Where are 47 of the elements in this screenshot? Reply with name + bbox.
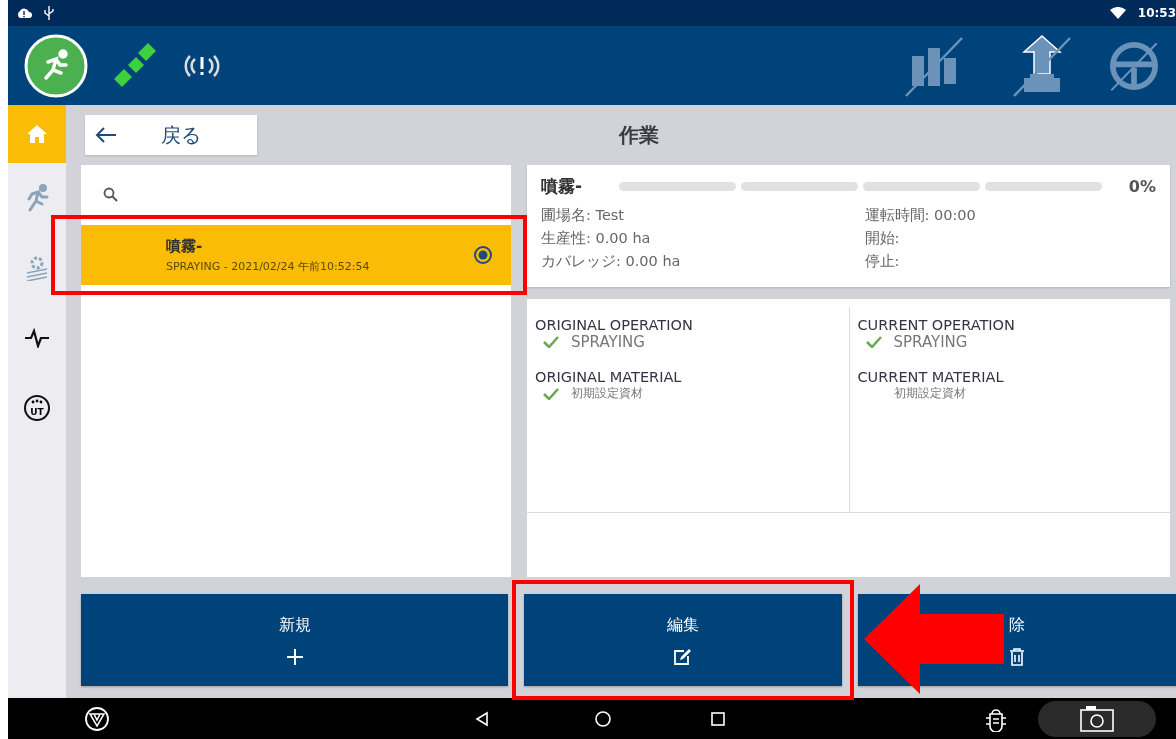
new-button[interactable]: 新規 xyxy=(81,594,508,686)
recents-icon[interactable] xyxy=(711,711,725,726)
list-item[interactable]: 噴霧- SPRAYING - 2021/02/24 午前10:52:54 xyxy=(81,225,511,285)
pulse-icon xyxy=(24,328,50,348)
home-nav-icon[interactable] xyxy=(594,709,612,728)
section-heading: CURRENT MATERIAL xyxy=(857,369,1005,385)
trimble-icon[interactable] xyxy=(84,705,110,732)
wifi-icon xyxy=(1109,7,1126,19)
usb-icon xyxy=(44,6,54,20)
section-heading: CURRENT OPERATION xyxy=(857,317,1016,333)
summary-field: カバレッジ: 0.00 ha xyxy=(541,250,849,273)
radio-button[interactable] xyxy=(473,245,493,265)
trash-icon xyxy=(1009,647,1025,666)
runner-status-icon[interactable] xyxy=(24,33,88,98)
cloud-alert-icon xyxy=(16,7,32,19)
clock-time: 10:53 xyxy=(1137,6,1176,20)
section-heading: ORIGINAL OPERATION xyxy=(535,317,694,333)
section-value: SPRAYING xyxy=(571,333,645,351)
back-button[interactable]: 戻る xyxy=(85,115,257,155)
check-icon xyxy=(543,336,559,348)
page-title: 作業 xyxy=(617,121,660,149)
check-icon xyxy=(865,336,882,348)
operation-name: 噴霧- xyxy=(541,175,584,198)
section-heading: ORIGINAL MATERIAL xyxy=(535,369,683,385)
summary-field: 開始: xyxy=(864,227,1156,250)
back-icon[interactable] xyxy=(474,710,490,727)
section-value: SPRAYING xyxy=(893,333,968,351)
back-arrow-icon xyxy=(95,126,117,144)
summary-field: 生産性: 0.00 ha xyxy=(541,227,849,250)
plus-icon xyxy=(285,647,304,666)
summary-field: 運転時間: 00:00 xyxy=(864,204,1156,227)
camera-icon[interactable] xyxy=(1038,700,1156,737)
gear-field-icon xyxy=(24,255,50,281)
edit-button[interactable]: 編集 xyxy=(524,594,842,686)
progress-reading: 0% xyxy=(1127,177,1156,196)
ut-icon: UT xyxy=(23,394,51,422)
signal-alert-icon[interactable] xyxy=(182,52,222,79)
summary-field: 圃場名: Test xyxy=(541,204,849,227)
home-icon xyxy=(26,124,48,144)
check-icon xyxy=(543,387,559,400)
summary-field: 停止: xyxy=(864,250,1156,273)
section-value: 初期設定資材 xyxy=(571,385,643,402)
satellite-icon[interactable] xyxy=(112,42,158,89)
section-value: 初期設定資材 xyxy=(893,385,966,402)
sidebar-tab[interactable]: UT xyxy=(8,373,66,443)
search-icon xyxy=(103,187,119,203)
edit-icon xyxy=(673,647,693,666)
